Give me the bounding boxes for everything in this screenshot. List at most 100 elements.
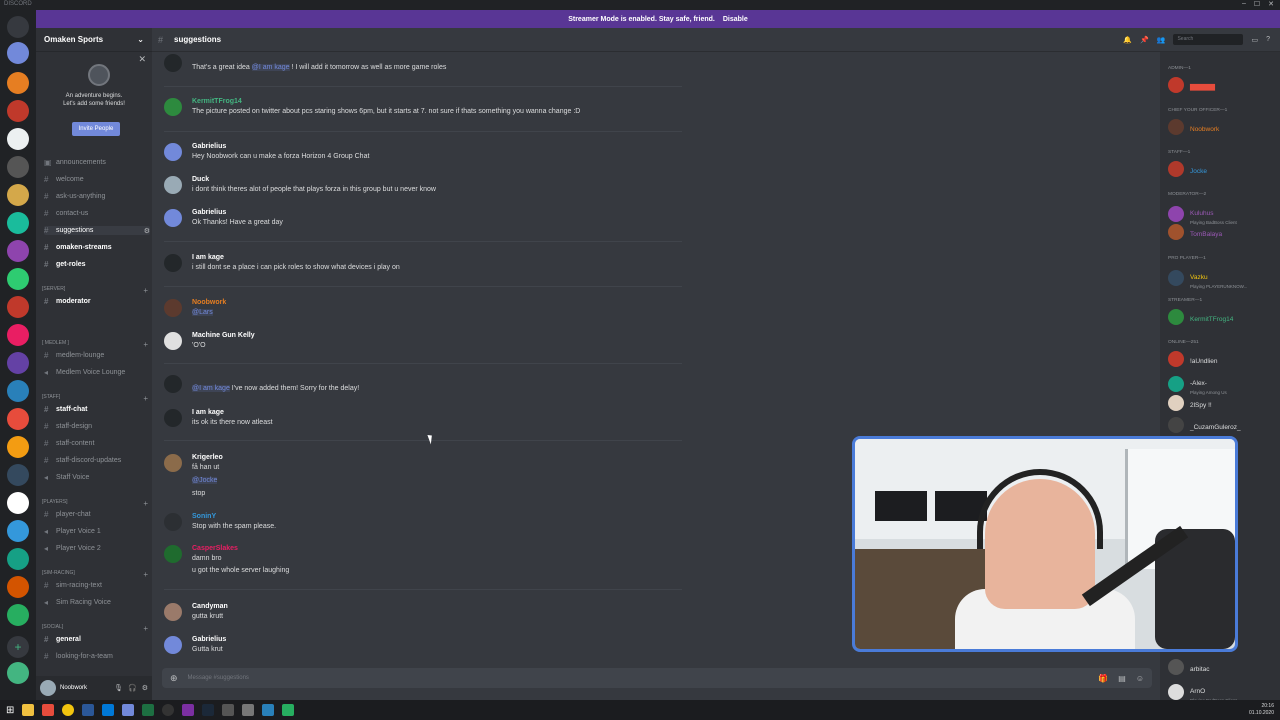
member-item[interactable]: TomBalaya: [1168, 223, 1278, 241]
channel-medlem-lounge[interactable]: # medlem-lounge: [44, 351, 150, 360]
server-icon[interactable]: [7, 72, 29, 94]
gif-icon[interactable]: ▤: [1118, 674, 1126, 683]
home-icon[interactable]: [7, 16, 29, 38]
pin-icon[interactable]: 📌: [1140, 36, 1149, 44]
app-icon[interactable]: [282, 704, 295, 716]
voice-sim-racing[interactable]: ◂ Sim Racing Voice: [44, 598, 150, 607]
server-icon[interactable]: [7, 100, 29, 122]
channel-sim-racing-text[interactable]: # sim-racing-text: [44, 581, 150, 590]
member-item[interactable]: KermitTFrog14: [1168, 308, 1278, 326]
member-item[interactable]: Kuluhus Playing BadBoss Client: [1168, 202, 1278, 225]
category-social[interactable]: [SOCIAL] +: [42, 624, 148, 633]
channel-contact-us[interactable]: # contact-us: [44, 209, 150, 218]
avatar[interactable]: [164, 254, 182, 272]
category-sim-racing[interactable]: [SIM-RACING] +: [42, 570, 148, 579]
bell-icon[interactable]: 🔔: [1123, 36, 1132, 44]
discord-icon[interactable]: [122, 704, 135, 716]
maximize-icon[interactable]: ☐: [1254, 0, 1260, 8]
server-icon[interactable]: [7, 296, 29, 318]
members-icon[interactable]: 👥: [1157, 36, 1166, 44]
inbox-icon[interactable]: ▭: [1251, 36, 1258, 44]
category-staff[interactable]: [STAFF] +: [42, 394, 148, 403]
server-icon[interactable]: [7, 240, 29, 262]
author-name[interactable]: Noobwork: [192, 299, 226, 306]
author-name[interactable]: CasperSlakes: [192, 545, 238, 552]
help-icon[interactable]: ?: [1266, 36, 1270, 43]
avatar[interactable]: [40, 680, 56, 696]
app-icon[interactable]: [242, 704, 255, 716]
avatar[interactable]: [164, 54, 182, 72]
author-name[interactable]: Gabrielius: [192, 209, 226, 216]
author-name[interactable]: Duck: [192, 176, 209, 183]
steam-icon[interactable]: [202, 704, 215, 716]
server-icon[interactable]: [7, 436, 29, 458]
avatar[interactable]: [164, 209, 182, 227]
channel-welcome[interactable]: # welcome: [44, 175, 150, 184]
server-icon[interactable]: [7, 42, 29, 64]
voice-medlem-lounge[interactable]: ◂ Medlem Voice Lounge: [44, 368, 150, 377]
server-icon[interactable]: [7, 352, 29, 374]
channel-staff-design[interactable]: # staff-design: [44, 422, 150, 431]
avatar[interactable]: [164, 409, 182, 427]
app-icon[interactable]: [102, 704, 115, 716]
author-name[interactable]: Gabrielius: [192, 636, 226, 643]
add-server-icon[interactable]: +: [7, 636, 29, 658]
server-icon[interactable]: [7, 520, 29, 542]
chrome-icon[interactable]: [62, 704, 75, 716]
voice-staff[interactable]: ◂ Staff Voice: [44, 473, 150, 482]
member-item[interactable]: Jocke: [1168, 160, 1278, 178]
server-icon[interactable]: [7, 464, 29, 486]
add-channel-icon[interactable]: +: [143, 340, 148, 349]
add-channel-icon[interactable]: +: [143, 624, 148, 633]
app-icon[interactable]: [82, 704, 95, 716]
server-icon[interactable]: [7, 408, 29, 430]
avatar[interactable]: [164, 545, 182, 563]
app-icon[interactable]: [42, 704, 55, 716]
author-name[interactable]: Krigerleo: [192, 454, 223, 461]
member-item[interactable]: arbitac: [1168, 658, 1278, 676]
avatar[interactable]: [164, 176, 182, 194]
voice-player-1[interactable]: ◂ Player Voice 1: [44, 527, 150, 536]
avatar[interactable]: [164, 98, 182, 116]
emoji-icon[interactable]: ☺: [1136, 674, 1144, 683]
server-icon[interactable]: [7, 548, 29, 570]
member-item[interactable]: Noobwork: [1168, 118, 1278, 136]
app-icon[interactable]: [162, 704, 175, 716]
channel-general[interactable]: # general: [44, 635, 150, 644]
avatar[interactable]: [164, 143, 182, 161]
close-icon[interactable]: ✕: [138, 54, 146, 65]
server-icon[interactable]: [7, 128, 29, 150]
avatar[interactable]: [164, 636, 182, 654]
close-icon[interactable]: ✕: [1268, 0, 1274, 8]
mention[interactable]: @I am kage: [251, 64, 290, 71]
author-name[interactable]: Machine Gun Kelly: [192, 332, 255, 339]
gift-icon[interactable]: 🎁: [1098, 674, 1108, 683]
channel-get-roles[interactable]: # get-roles: [44, 260, 150, 269]
author-name[interactable]: I am kage: [192, 409, 224, 416]
voice-player-2[interactable]: ◂ Player Voice 2: [44, 544, 150, 553]
system-tray[interactable]: 20:16 01.10.2020: [1249, 703, 1274, 717]
category-medlem[interactable]: [ MEDLEM ] +: [42, 340, 148, 349]
headphones-icon[interactable]: 🎧: [128, 684, 137, 692]
app-icon[interactable]: [222, 704, 235, 716]
upload-plus-icon[interactable]: ⊕: [170, 673, 178, 684]
gear-icon[interactable]: ⚙: [142, 684, 148, 692]
server-icon[interactable]: [7, 492, 29, 514]
channel-suggestions[interactable]: # suggestions ⚙: [44, 226, 150, 235]
mention[interactable]: @I am kage: [192, 385, 230, 392]
add-channel-icon[interactable]: +: [143, 394, 148, 403]
message-input[interactable]: ⊕ Message #suggestions 🎁 ▤ ☺: [162, 668, 1152, 688]
server-header[interactable]: Omaken Sports ⌄: [36, 28, 152, 52]
channel-staff-chat[interactable]: # staff-chat: [44, 405, 150, 414]
avatar[interactable]: [164, 513, 182, 531]
server-icon[interactable]: [7, 212, 29, 234]
member-item[interactable]: Vazku Playing PLAYERUNKNOW...: [1168, 266, 1278, 289]
search-input[interactable]: Search: [1173, 34, 1244, 45]
minimize-icon[interactable]: –: [1242, 0, 1246, 8]
avatar[interactable]: [164, 332, 182, 350]
member-item[interactable]: ▇▇▇▇▇: [1168, 76, 1278, 94]
avatar[interactable]: [164, 454, 182, 472]
avatar[interactable]: [164, 603, 182, 621]
server-icon[interactable]: [7, 268, 29, 290]
add-channel-icon[interactable]: +: [143, 286, 148, 295]
